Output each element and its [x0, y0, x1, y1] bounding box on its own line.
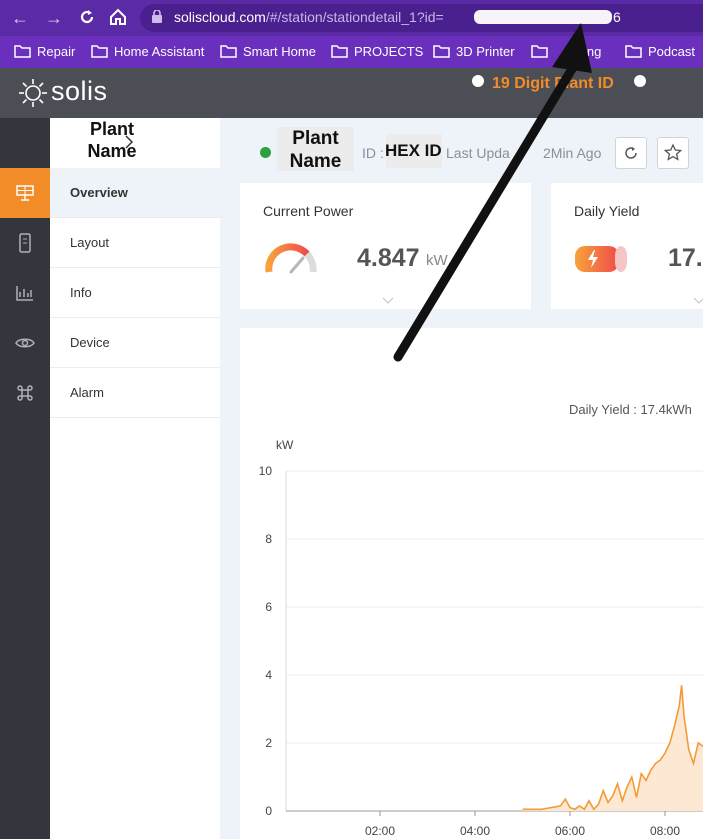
bookmark-podcast[interactable]: Podcast: [625, 41, 695, 61]
chevron-right-icon[interactable]: [124, 134, 134, 150]
menu-plant-name[interactable]: Plant Name: [72, 118, 152, 162]
online-status-dot: [260, 147, 271, 158]
power-chart: 0 2 4 6 8 10 02:00 04:00 06:00 08:00: [259, 464, 703, 838]
series-area: [522, 685, 703, 811]
command-icon: [17, 385, 33, 401]
chart-title: Daily Yield : 17.4kWh: [569, 402, 692, 417]
reload-icon[interactable]: [78, 8, 96, 26]
menu-item-alarm[interactable]: Alarm: [50, 368, 220, 418]
favorite-button[interactable]: [657, 137, 689, 169]
bookmark-repair[interactable]: Repair: [14, 41, 75, 61]
menu-item-device[interactable]: Device: [50, 318, 220, 368]
chevron-down-icon[interactable]: [693, 292, 703, 304]
y-tick-label: 4: [265, 668, 272, 682]
rail-plant[interactable]: [0, 168, 50, 218]
menu-item-info[interactable]: Info: [50, 268, 220, 318]
annotation-dot-right: [634, 75, 646, 87]
refresh-button[interactable]: [615, 137, 647, 169]
station-plant-name: Plant Name: [289, 128, 342, 172]
rail-apps[interactable]: [0, 368, 50, 418]
star-icon: [663, 143, 683, 161]
inverter-icon: [19, 233, 31, 253]
annotation-arrow: [393, 23, 592, 362]
rail-device[interactable]: [0, 218, 50, 268]
current-power-title: Current Power: [263, 203, 354, 219]
back-icon[interactable]: ←: [8, 6, 32, 30]
y-tick-label: 6: [265, 600, 272, 614]
y-tick-label: 2: [265, 736, 272, 750]
refresh-icon: [625, 147, 637, 159]
menu-item-layout[interactable]: Layout: [50, 218, 220, 268]
bookmark-home-assistant[interactable]: Home Assistant: [91, 41, 204, 61]
menu-item-overview[interactable]: Overview: [50, 168, 220, 218]
forward-icon[interactable]: →: [42, 6, 66, 30]
bookmark-smart-home[interactable]: Smart Home: [220, 41, 316, 61]
solis-logo: solis: [51, 76, 108, 106]
home-icon[interactable]: [108, 7, 128, 27]
chart-icon: [16, 286, 33, 301]
y-tick-label: 8: [265, 532, 272, 546]
y-tick-label: 10: [259, 464, 273, 478]
x-tick-label: 02:00: [365, 824, 395, 838]
folder-icon: [625, 45, 642, 58]
gauge-icon: [263, 240, 319, 276]
x-tick-label: 06:00: [555, 824, 585, 838]
rail-monitor[interactable]: [0, 318, 50, 368]
folder-icon: [14, 45, 31, 58]
x-tick-label: 04:00: [460, 824, 490, 838]
folder-icon: [91, 45, 108, 58]
folder-icon: [331, 45, 348, 58]
rail-analysis[interactable]: [0, 268, 50, 318]
solis-logo-icon: [18, 78, 48, 108]
url-suffix: 6: [613, 9, 621, 25]
y-tick-label: 0: [265, 804, 272, 818]
lock-icon: [152, 9, 162, 23]
folder-icon: [220, 45, 237, 58]
solar-panel-icon: [16, 185, 34, 201]
eye-icon: [15, 338, 35, 348]
daily-yield-value: 17.4: [668, 244, 703, 272]
x-tick-label: 08:00: [650, 824, 680, 838]
